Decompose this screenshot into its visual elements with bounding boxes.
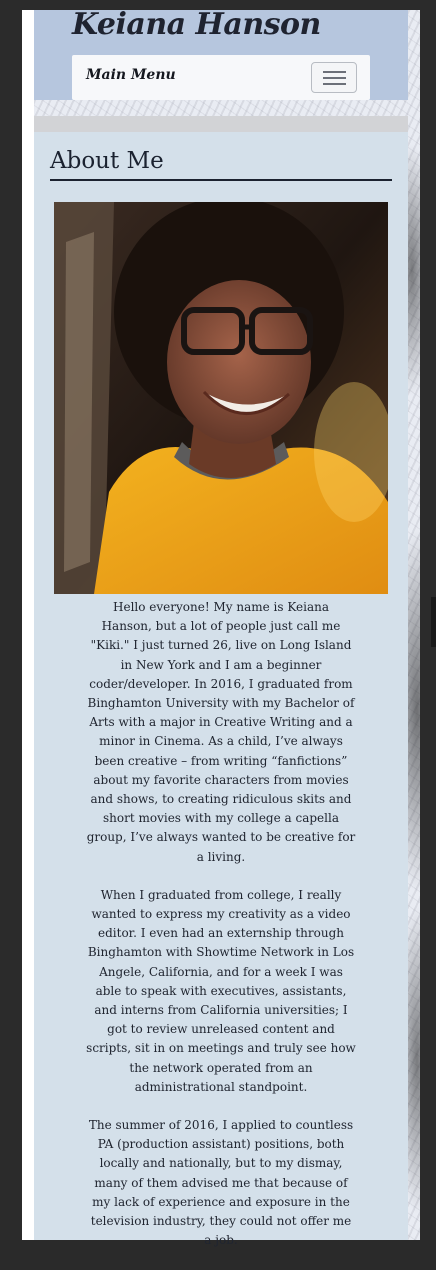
heading-rule <box>50 179 392 181</box>
site-title[interactable]: Keiana Hanson <box>72 10 321 40</box>
hamburger-icon <box>323 71 346 85</box>
bio-paragraph-3: The summer of 2016, I applied to countle… <box>88 1118 354 1248</box>
bio-paragraph-2: When I graduated from college, I really … <box>86 887 356 1094</box>
main-navbar: Main Menu <box>72 55 370 100</box>
browser-viewport: Keiana Hanson Main Menu About Me Hello e… <box>0 0 436 1247</box>
main-menu-label[interactable]: Main Menu <box>86 67 176 83</box>
section-divider <box>34 116 408 132</box>
bio-text: Hello everyone! My name is Keiana Hanson… <box>86 598 356 1270</box>
scrollbar-thumb[interactable] <box>431 597 436 647</box>
page-edge <box>22 10 34 1240</box>
about-section: About Me Hello everyone! My name is Keia… <box>34 132 408 1247</box>
about-heading: About Me <box>50 148 164 174</box>
menu-toggle-button[interactable] <box>311 62 357 93</box>
site-header: Keiana Hanson Main Menu <box>34 10 408 100</box>
bio-paragraph-1: Hello everyone! My name is Keiana Hanson… <box>86 600 356 864</box>
profile-photo <box>54 202 388 594</box>
